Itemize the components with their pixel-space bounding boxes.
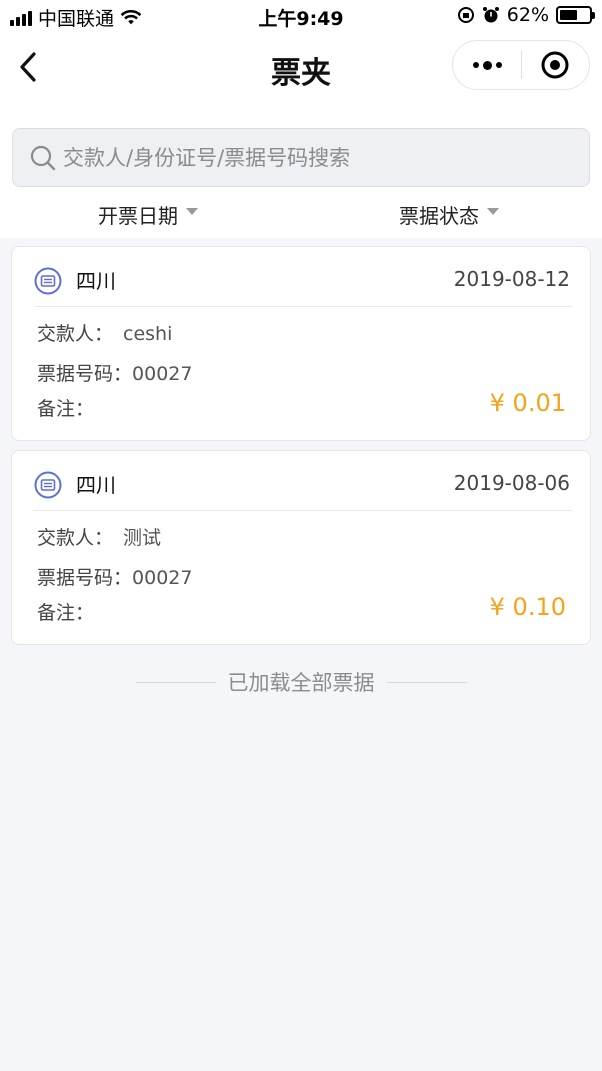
payer-row: 交款人： ceshi (37, 319, 172, 346)
divider-line (386, 681, 467, 683)
receipt-card[interactable]: 四川 2019-08-06 交款人： 测试 票据号码：00027 备注： ¥ 0.… (11, 450, 591, 645)
receipt-card-header: 四川 2019-08-06 (12, 451, 590, 511)
payer-label: 交款人： (37, 527, 114, 549)
note-label: 备注： (37, 398, 95, 420)
number-label: 票据号码： (37, 567, 133, 589)
number-value: 00027 (132, 363, 193, 385)
end-of-list: 已加载全部票据 (0, 666, 602, 698)
receipt-icon (34, 267, 62, 295)
end-of-list-text: 已加载全部票据 (227, 671, 375, 695)
search-icon (30, 145, 56, 170)
receipt-amount: ¥ 0.01 (489, 389, 566, 417)
battery-icon (556, 6, 595, 24)
close-target-icon[interactable] (522, 41, 589, 89)
receipt-date: 2019-08-12 (453, 267, 570, 291)
note-row: 备注： (37, 394, 104, 421)
search-filter-area: 开票日期 票据状态 (0, 102, 602, 238)
search-input[interactable] (61, 144, 561, 171)
number-row: 票据号码：00027 (37, 359, 192, 386)
battery-level (560, 10, 578, 20)
payer-label: 交款人： (37, 323, 114, 345)
payee-name: 四川 (76, 269, 116, 293)
payer-value: 测试 (123, 527, 162, 549)
caret-down-icon (487, 207, 499, 215)
alarm-icon (482, 7, 499, 23)
filter-label: 开票日期 (98, 203, 178, 228)
number-value: 00027 (132, 567, 193, 589)
payee-name: 四川 (76, 473, 116, 497)
orientation-lock-icon (457, 7, 474, 23)
receipt-card[interactable]: 四川 2019-08-12 交款人： ceshi 票据号码：00027 备注： ¥… (11, 246, 591, 441)
payer-row: 交款人： 测试 (37, 523, 161, 550)
receipt-date: 2019-08-06 (453, 471, 570, 495)
note-row: 备注： (37, 598, 104, 625)
caret-down-icon (186, 207, 198, 215)
filter-label: 票据状态 (399, 203, 479, 228)
more-dots-icon[interactable] (453, 41, 521, 89)
payer-value: ceshi (123, 323, 173, 345)
status-right: 62% (457, 4, 595, 26)
nav-bar: 票夹 (0, 34, 602, 102)
receipt-amount: ¥ 0.10 (489, 593, 566, 621)
filter-receipt-status[interactable]: 票据状态 (399, 198, 499, 230)
filter-issue-date[interactable]: 开票日期 (98, 198, 198, 230)
receipt-icon (34, 471, 62, 499)
number-label: 票据号码： (37, 363, 133, 385)
divider-line (135, 681, 216, 683)
note-label: 备注： (37, 602, 95, 624)
number-row: 票据号码：00027 (37, 563, 192, 590)
status-bar: 中国联通 上午9:49 62% (0, 0, 602, 34)
battery-percent: 62% (506, 4, 549, 26)
card-divider (34, 510, 572, 511)
mini-program-capsule (452, 40, 590, 90)
search-box[interactable] (12, 128, 590, 187)
card-divider (34, 306, 572, 307)
receipt-card-header: 四川 2019-08-12 (12, 247, 590, 307)
